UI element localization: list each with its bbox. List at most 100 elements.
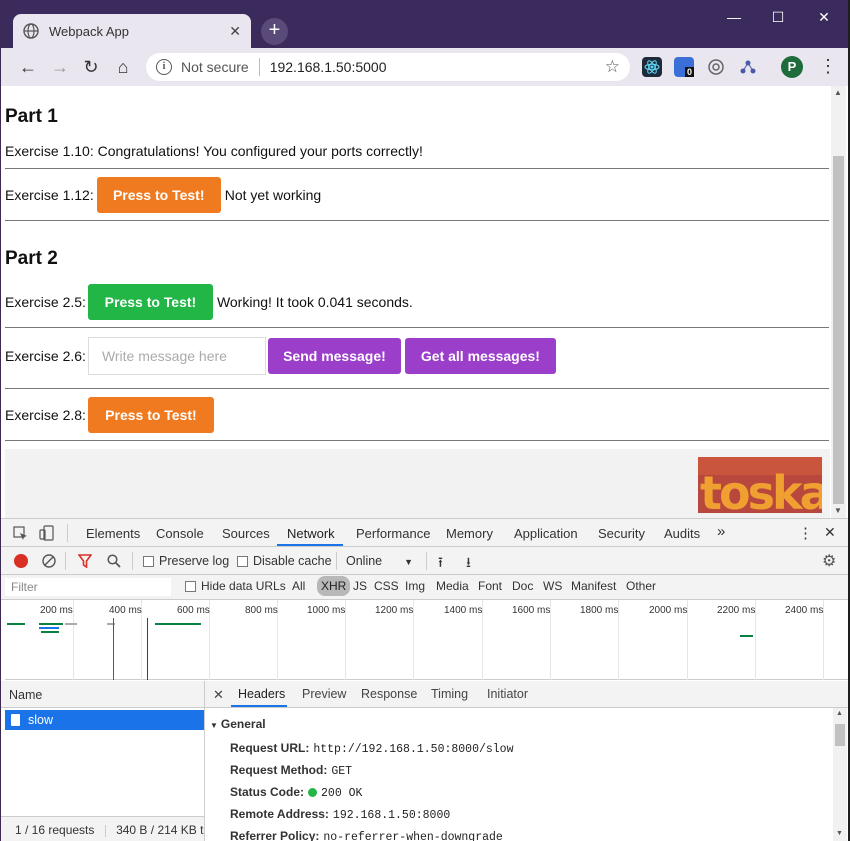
exercise-1-12-label: Exercise 1.12: bbox=[5, 187, 94, 203]
header-key: Request URL: bbox=[230, 741, 310, 755]
divider bbox=[426, 552, 427, 570]
home-icon[interactable]: ⌂ bbox=[112, 56, 134, 78]
maximize-button[interactable]: ☐ bbox=[755, 4, 801, 30]
search-icon[interactable] bbox=[107, 554, 121, 568]
tab-application[interactable]: Application bbox=[514, 526, 578, 541]
info-icon[interactable]: i bbox=[156, 59, 172, 75]
tab-console[interactable]: Console bbox=[156, 526, 204, 541]
tab-initiator[interactable]: Initiator bbox=[487, 687, 528, 701]
reload-icon[interactable]: ↻ bbox=[80, 56, 102, 78]
tab-performance[interactable]: Performance bbox=[356, 526, 430, 541]
type-filter-manifest[interactable]: Manifest bbox=[571, 579, 616, 593]
type-filter-css[interactable]: CSS bbox=[374, 579, 399, 593]
tab-security[interactable]: Security bbox=[598, 526, 645, 541]
target-extension-icon[interactable] bbox=[706, 57, 726, 77]
hide-data-urls-checkbox[interactable]: Hide data URLs bbox=[185, 579, 286, 593]
tick-label: 2400 ms bbox=[785, 605, 824, 616]
address-bar[interactable]: i Not secure 192.168.1.50:5000 ☆ bbox=[146, 53, 630, 81]
react-devtools-icon[interactable] bbox=[642, 57, 662, 77]
scroll-up-icon[interactable]: ▲ bbox=[834, 88, 842, 97]
filter-input[interactable]: Filter bbox=[5, 578, 171, 596]
profile-avatar[interactable]: P bbox=[781, 56, 803, 78]
back-icon[interactable]: ← bbox=[17, 56, 39, 78]
extension-icon[interactable]: 0 bbox=[674, 57, 695, 77]
divider bbox=[258, 58, 260, 76]
tab-timing[interactable]: Timing bbox=[431, 687, 468, 701]
request-row[interactable]: slow bbox=[5, 710, 204, 730]
scrollbar-thumb[interactable] bbox=[835, 724, 845, 746]
type-filter-img[interactable]: Img bbox=[405, 579, 425, 593]
close-detail-icon[interactable]: ✕ bbox=[213, 687, 224, 703]
scroll-down-icon[interactable]: ▼ bbox=[836, 830, 843, 837]
settings-gear-icon[interactable]: ⚙ bbox=[822, 551, 836, 571]
browser-menu-icon[interactable]: ⋮ bbox=[819, 56, 837, 77]
tab-elements[interactable]: Elements bbox=[86, 526, 140, 541]
close-devtools-icon[interactable]: ✕ bbox=[824, 524, 836, 541]
chevron-down-icon: ▼ bbox=[404, 557, 414, 567]
tab-close-icon[interactable]: ✕ bbox=[229, 23, 241, 40]
url-text[interactable]: 192.168.1.50:5000 bbox=[270, 59, 387, 75]
request-method-row: Request Method: GET bbox=[230, 763, 352, 778]
get-all-messages-button[interactable]: Get all messages! bbox=[404, 338, 556, 374]
tab-audits[interactable]: Audits bbox=[664, 526, 700, 541]
export-har-icon[interactable]: ⭳ bbox=[466, 552, 471, 576]
filter-icon[interactable] bbox=[78, 554, 92, 568]
type-filter-xhr[interactable]: XHR bbox=[317, 576, 351, 596]
scrollbar-thumb[interactable] bbox=[833, 156, 844, 504]
header-value: 192.168.1.50:8000 bbox=[332, 809, 451, 822]
detail-scrollbar[interactable]: ▲ ▼ bbox=[833, 708, 847, 841]
type-filter-all[interactable]: All bbox=[292, 579, 305, 593]
type-filter-font[interactable]: Font bbox=[478, 579, 502, 593]
browser-tab[interactable]: Webpack App ✕ bbox=[13, 14, 251, 48]
graph-extension-icon[interactable] bbox=[738, 57, 758, 77]
exercise-2-8-test-button[interactable]: Press to Test! bbox=[87, 397, 214, 433]
message-input[interactable]: Write message here bbox=[87, 337, 266, 375]
clear-icon[interactable] bbox=[42, 554, 56, 568]
part2-heading: Part 2 bbox=[5, 248, 58, 269]
divider bbox=[5, 168, 829, 169]
more-tabs-icon[interactable]: » bbox=[717, 523, 725, 540]
header-key: Request Method: bbox=[230, 763, 328, 777]
tick-label: 200 ms bbox=[40, 605, 73, 616]
page-scrollbar[interactable]: ▲ ▼ bbox=[831, 86, 846, 518]
exercise-2-5-test-button[interactable]: Press to Test! bbox=[87, 284, 213, 320]
record-icon[interactable] bbox=[14, 554, 28, 568]
general-section-toggle[interactable]: ▼ General bbox=[210, 717, 266, 731]
timeline-bar bbox=[39, 623, 63, 625]
close-window-button[interactable]: ✕ bbox=[801, 4, 847, 30]
new-tab-button[interactable]: + bbox=[261, 18, 288, 45]
disable-cache-checkbox[interactable]: Disable cache bbox=[237, 554, 332, 568]
send-message-button[interactable]: Send message! bbox=[267, 338, 401, 374]
type-filter-js[interactable]: JS bbox=[353, 579, 367, 593]
type-filter-media[interactable]: Media bbox=[436, 579, 469, 593]
tab-title: Webpack App bbox=[49, 23, 129, 39]
name-column-header[interactable]: Name bbox=[1, 681, 205, 708]
network-summary: 1 / 16 requests 340 B / 214 KB tr bbox=[1, 816, 205, 841]
type-filter-ws[interactable]: WS bbox=[543, 579, 562, 593]
general-section-title: General bbox=[220, 717, 266, 731]
timeline-overview[interactable]: 200 ms 400 ms 600 ms 800 ms 1000 ms 1200… bbox=[5, 600, 848, 680]
divider bbox=[67, 524, 68, 542]
bookmark-star-icon[interactable]: ☆ bbox=[605, 57, 620, 77]
device-toolbar-icon[interactable] bbox=[39, 525, 55, 541]
exercise-1-12-test-button[interactable]: Press to Test! bbox=[96, 177, 221, 213]
tab-network[interactable]: Network bbox=[287, 526, 335, 541]
tab-headers[interactable]: Headers bbox=[238, 687, 285, 701]
tab-response[interactable]: Response bbox=[361, 687, 417, 701]
tab-preview[interactable]: Preview bbox=[302, 687, 346, 701]
tick-label: 2000 ms bbox=[649, 605, 688, 616]
header-key: Remote Address: bbox=[230, 807, 329, 821]
minimize-button[interactable]: — bbox=[711, 4, 757, 30]
type-filter-doc[interactable]: Doc bbox=[512, 579, 533, 593]
forward-icon[interactable]: → bbox=[49, 56, 71, 78]
preserve-log-checkbox[interactable]: Preserve log bbox=[143, 554, 229, 568]
devtools-menu-icon[interactable]: ⋮ bbox=[798, 524, 813, 542]
type-filter-other[interactable]: Other bbox=[626, 579, 656, 593]
scroll-up-icon[interactable]: ▲ bbox=[836, 710, 843, 717]
tab-sources[interactable]: Sources bbox=[222, 526, 270, 541]
tab-memory[interactable]: Memory bbox=[446, 526, 493, 541]
scroll-down-icon[interactable]: ▼ bbox=[834, 506, 842, 515]
inspect-icon[interactable] bbox=[13, 526, 28, 541]
import-har-icon[interactable]: ⭱ bbox=[438, 552, 443, 576]
throttle-select[interactable]: Online ▼ bbox=[346, 554, 413, 568]
